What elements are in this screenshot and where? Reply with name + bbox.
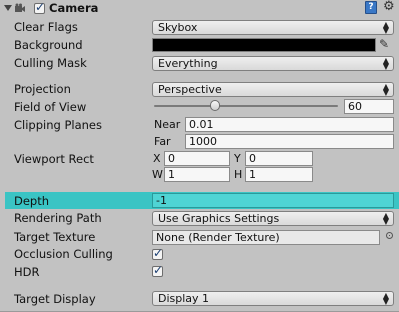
checkmark-icon: ✓ — [153, 246, 164, 260]
viewport-x-field[interactable]: 0 — [164, 151, 230, 166]
label-hdr: HDR — [14, 265, 40, 279]
projection-value: Perspective — [158, 83, 222, 96]
occlusion-culling-checkbox[interactable]: ✓ — [152, 246, 164, 260]
camera-inspector: ✓ Camera ? ⚙ Clear Flags Skybox ▲ ▼ Backg… — [0, 0, 399, 312]
culling-mask-dropdown[interactable]: Everything ▲ ▼ — [152, 56, 394, 71]
label-occlusion-culling: Occlusion Culling — [14, 247, 113, 261]
label-projection: Projection — [14, 82, 71, 96]
clear-flags-dropdown[interactable]: Skybox ▲ ▼ — [152, 20, 394, 35]
dropdown-arrows-icon: ▲ ▼ — [382, 211, 389, 226]
dropdown-arrows-icon: ▲ ▼ — [382, 82, 389, 97]
help-book-icon[interactable]: ? — [365, 1, 377, 14]
target-display-value: Display 1 — [158, 292, 210, 305]
projection-dropdown[interactable]: Perspective ▲ ▼ — [152, 82, 394, 97]
near-field[interactable]: 0.01 — [185, 117, 394, 132]
far-field[interactable]: 1000 — [185, 134, 394, 149]
fold-arrow-icon[interactable] — [4, 5, 12, 11]
label-rendering-path: Rendering Path — [14, 211, 102, 225]
checkmark-icon: ✓ — [153, 263, 164, 277]
label-target-display: Target Display — [14, 292, 96, 306]
culling-mask-value: Everything — [158, 57, 218, 70]
target-display-dropdown[interactable]: Display 1 ▲ ▼ — [152, 291, 394, 306]
gear-icon[interactable]: ⚙ — [383, 0, 395, 14]
viewport-w-label: W — [152, 168, 163, 181]
label-depth: Depth — [14, 194, 50, 208]
label-clear-flags: Clear Flags — [14, 20, 78, 34]
hdr-checkbox[interactable]: ✓ — [152, 263, 164, 277]
eyedropper-icon[interactable]: ✎ — [379, 37, 389, 51]
dropdown-arrows-icon: ▲ ▼ — [382, 56, 389, 71]
fov-slider-track[interactable] — [154, 105, 338, 107]
viewport-h-label: H — [234, 168, 243, 181]
label-background: Background — [14, 38, 83, 52]
object-picker-icon[interactable] — [386, 232, 393, 239]
viewport-y-label: Y — [234, 152, 241, 165]
label-culling-mask: Culling Mask — [14, 56, 87, 70]
far-label: Far — [154, 135, 171, 148]
component-title: Camera — [49, 1, 99, 15]
viewport-w-field[interactable]: 1 — [164, 167, 230, 182]
depth-field[interactable]: -1 — [152, 193, 394, 208]
background-color-field[interactable] — [152, 38, 376, 52]
fov-slider-handle[interactable] — [209, 100, 220, 111]
component-header: ✓ Camera ? ⚙ — [0, 0, 399, 17]
rendering-path-value: Use Graphics Settings — [158, 212, 280, 225]
label-target-texture: Target Texture — [14, 230, 96, 244]
label-clipping-planes: Clipping Planes — [14, 118, 102, 132]
checkmark-icon: ✓ — [35, 0, 46, 14]
near-label: Near — [154, 118, 181, 131]
label-viewport-rect: Viewport Rect — [14, 152, 94, 166]
fov-value-field[interactable]: 60 — [344, 99, 394, 114]
label-field-of-view: Field of View — [14, 100, 87, 114]
viewport-x-label: X — [153, 152, 161, 165]
target-texture-field[interactable]: None (Render Texture) — [152, 230, 380, 245]
clear-flags-value: Skybox — [158, 21, 198, 34]
camera-icon — [15, 3, 25, 12]
viewport-h-field[interactable]: 1 — [245, 167, 313, 182]
dropdown-arrows-icon: ▲ ▼ — [382, 20, 389, 35]
dropdown-arrows-icon: ▲ ▼ — [382, 291, 389, 306]
viewport-y-field[interactable]: 0 — [245, 151, 313, 166]
rendering-path-dropdown[interactable]: Use Graphics Settings ▲ ▼ — [152, 211, 394, 226]
component-enabled-checkbox[interactable]: ✓ — [34, 0, 46, 14]
